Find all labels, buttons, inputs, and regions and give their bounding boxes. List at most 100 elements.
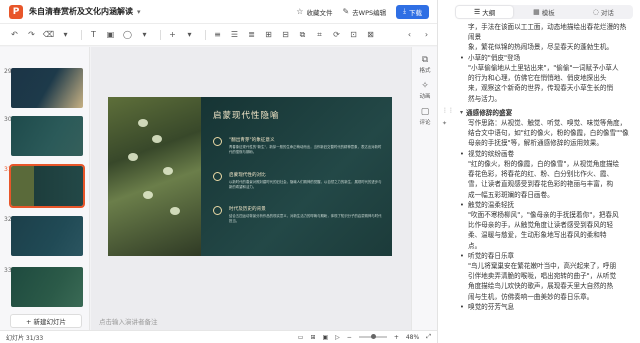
- current-slide[interactable]: 启蒙现代性隐喻 "翻出青芽"的象征意义 青春象征现代性的"新生"，新芽一般的生命…: [108, 97, 392, 256]
- editing-toolbar: ↶ ↷ ⌫ ▾ T ▣ ◯ ▾ + ▾ ≡ ☰ ≣ ⊞ ⊟ ⧉ ⌗ ⟳ ⊡ ⊠ …: [0, 24, 437, 46]
- slide-thumbnail-30[interactable]: [11, 116, 83, 156]
- chevron-down-icon[interactable]: ▾: [59, 28, 72, 42]
- slide-subheading[interactable]: 启蒙现代性的对比: [229, 172, 266, 178]
- tab-outline[interactable]: ☰ 大纲: [456, 6, 514, 18]
- app-logo-icon: P: [9, 4, 23, 19]
- chevron-down-icon[interactable]: ▾: [137, 8, 141, 16]
- sparkle-icon[interactable]: ✦: [442, 120, 447, 127]
- redo-icon[interactable]: ↷: [25, 28, 38, 42]
- comment-label: 评论: [419, 120, 431, 126]
- fit-window-icon[interactable]: ⤢: [426, 333, 431, 341]
- outline-paragraph: 母亲的手抚摸"等，解析通感修辞的运用效果。: [468, 139, 603, 148]
- status-bar: 幻灯片 31/33 ▭ ⊞ ▣ ▷ − + 48% ⤢: [0, 330, 437, 343]
- tab-template[interactable]: ▦ 模板: [515, 6, 572, 18]
- zoom-slider[interactable]: [358, 334, 387, 339]
- download-label: 下载: [409, 8, 422, 17]
- speaker-notes-input[interactable]: 点击输入演讲者备注: [99, 316, 158, 326]
- slide-canvas: 启蒙现代性隐喻 "翻出青芽"的象征意义 青春象征现代性的"新生"，新芽一般的生命…: [91, 47, 411, 330]
- insert-plus-icon[interactable]: +: [166, 28, 179, 42]
- history-icon: [213, 206, 222, 215]
- arrange-icon[interactable]: ⊟: [279, 28, 292, 42]
- outline-paragraph: 引伴地卖弄清脆的喉咙，唱出宛转的曲子"，从听觉: [468, 272, 617, 281]
- outline-paragraph: 的行为和心理，仿佛它在悄悄地、俏皮地探出头: [468, 74, 607, 83]
- ai-assistant-panel: ☰ 大纲 ▦ 模板 ◌ 对话 ⋮⋮ ✦ 字，手法在该面以工工面，动态地描绘出春花…: [437, 0, 640, 343]
- outline-paragraph: 雪，让读者直观感受到春花色彩的艳丽与丰富，构: [468, 180, 614, 189]
- outline-paragraph: "红的像火，粉的像霞，白的像雪"，从视觉角度描绘: [468, 159, 620, 168]
- download-button[interactable]: ⤓ 下载: [396, 4, 429, 19]
- image-icon[interactable]: ▣: [104, 28, 117, 42]
- rotate-icon[interactable]: ⟳: [330, 28, 343, 42]
- outline-content: 字，手法在该面以工工面，动态地描绘出春花烂漫的热闹景 象，繁花似锦的热闹场景，尽显…: [452, 22, 632, 312]
- outline-icon: ☰: [474, 8, 481, 16]
- undo-icon[interactable]: ↶: [8, 28, 21, 42]
- outline-paragraph: 象，繁花似锦的热闹场景，尽显春天的蓬勃生机。: [468, 43, 614, 52]
- outline-bullet[interactable]: 小草的"俏皮"登场: [460, 53, 632, 63]
- tab-label: 模板: [541, 9, 555, 17]
- tab-label: 大纲: [482, 9, 496, 17]
- comment-icon: ▢: [420, 107, 430, 117]
- chevron-left-icon[interactable]: ‹: [403, 28, 416, 42]
- group-icon[interactable]: ⊠: [364, 28, 377, 42]
- slide-body-text[interactable]: 结合五四运动背景分析作品的现实意义，对新生活力的呼唤与期盼，体现了知识分子的启蒙…: [229, 214, 384, 224]
- blossom: [163, 167, 173, 175]
- slide-thumbnail-32[interactable]: [11, 216, 83, 256]
- chevron-right-icon[interactable]: ›: [420, 28, 433, 42]
- play-icon[interactable]: ▷: [335, 334, 340, 341]
- slide-title[interactable]: 启蒙现代性隐喻: [213, 109, 280, 121]
- outline-bullet[interactable]: 听觉的春日乐章: [460, 251, 632, 261]
- animation-label: 动画: [419, 94, 431, 100]
- toolbar-divider: [81, 29, 82, 40]
- wps-edit-button[interactable]: ✎ 去WPS编辑: [342, 7, 386, 17]
- outline-paragraph: 点。: [468, 241, 482, 250]
- crop-icon[interactable]: ⌗: [313, 28, 326, 42]
- slide-counter: 幻灯片 31/33: [6, 334, 44, 342]
- blossom: [143, 191, 153, 199]
- outline-paragraph: 然与活力。: [468, 94, 501, 103]
- new-slide-button[interactable]: + 新建幻灯片: [10, 314, 82, 328]
- format-tool[interactable]: ⧉ 格式: [412, 55, 438, 74]
- lock-icon[interactable]: ⊡: [347, 28, 360, 42]
- align-center-icon[interactable]: ☰: [228, 28, 241, 42]
- animation-icon: ✧: [421, 81, 429, 91]
- text-box-icon[interactable]: T: [87, 28, 100, 42]
- shape-icon[interactable]: ◯: [121, 28, 134, 42]
- reading-view-icon[interactable]: ▣: [322, 334, 328, 341]
- slide-thumbnail-29[interactable]: [11, 68, 83, 108]
- outline-paragraph: 写作思路：从视觉、触觉、听觉、嗅觉、味觉等角度，: [468, 118, 627, 127]
- zoom-out-icon[interactable]: −: [347, 334, 352, 341]
- outline-heading[interactable]: ▾ 通感修辞的盛宴: [460, 108, 632, 118]
- slide-subheading[interactable]: "翻出青芽"的象征意义: [229, 137, 275, 143]
- outline-paragraph: 闹与生机，仿佛奏响一曲美妙的春日乐章。: [468, 292, 594, 301]
- toolbar-divider: [205, 29, 206, 40]
- collapse-icon[interactable]: ▾: [460, 108, 463, 117]
- chevron-down-icon[interactable]: ▾: [183, 28, 196, 42]
- favorite-button[interactable]: ☆ 收藏文件: [296, 7, 332, 17]
- outline-paragraph: "鸟儿将窠巢安在繁花嫩叶当中，高兴起来了，呼朋: [468, 262, 617, 271]
- slide-thumbnail-33[interactable]: [11, 267, 83, 307]
- distribute-icon[interactable]: ⊞: [262, 28, 275, 42]
- zoom-in-icon[interactable]: +: [394, 334, 399, 341]
- align-left-icon[interactable]: ≡: [211, 28, 224, 42]
- normal-view-icon[interactable]: ▭: [298, 334, 304, 341]
- format-painter-icon[interactable]: ⌫: [42, 28, 55, 42]
- zoom-level[interactable]: 48%: [406, 334, 419, 341]
- align-right-icon[interactable]: ≣: [245, 28, 258, 42]
- outline-bullet[interactable]: 嗅觉的芬芳气息: [460, 302, 632, 312]
- layer-icon[interactable]: ⧉: [296, 28, 309, 42]
- outline-paragraph: "小草偷偷地从土里钻出来"，"偷偷"一词赋予小草人: [468, 63, 619, 72]
- outline-bullet[interactable]: 视觉的缤纷画卷: [460, 149, 632, 159]
- slide-body-text[interactable]: 以新时代的春景对照封建时代的旧社会，隐喻人们精神的觉醒，以自然之力的新生，展现时…: [229, 180, 384, 190]
- tab-label: 对话: [600, 9, 614, 17]
- slide-subheading[interactable]: 时代及历史的背景: [229, 206, 266, 212]
- slide-body-text[interactable]: 青春象征现代性的"新生"，新芽一般的生命正萌动而出，当作新旧交替时代的精神意象，…: [229, 145, 384, 155]
- outline-bullet[interactable]: 触觉的温柔轻抚: [460, 200, 632, 210]
- animation-tool[interactable]: ✧ 动画: [412, 81, 438, 100]
- grid-view-icon[interactable]: ⊞: [310, 334, 315, 341]
- tab-chat[interactable]: ◌ 对话: [575, 6, 632, 18]
- star-icon: ☆: [296, 7, 304, 16]
- slide-thumbnail-31[interactable]: [9, 164, 85, 208]
- comment-tool[interactable]: ▢ 评论: [412, 107, 438, 126]
- slide-photo: [108, 97, 201, 256]
- document-title[interactable]: 朱自清春赏析及文化内涵解读: [29, 6, 133, 17]
- chevron-down-icon[interactable]: ▾: [138, 28, 151, 42]
